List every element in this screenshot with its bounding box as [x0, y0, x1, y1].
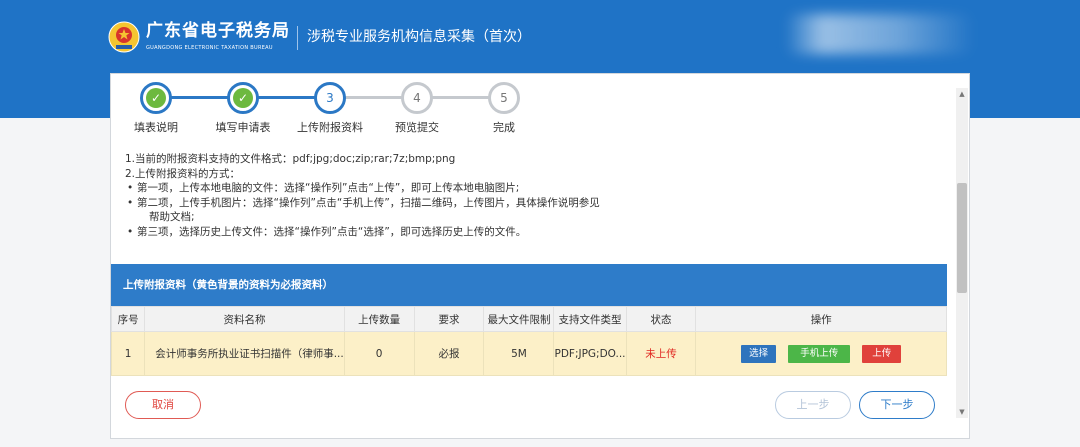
- step-3-circle: 3: [314, 82, 346, 114]
- column-header: 序号: [111, 306, 146, 332]
- scroll-down-arrow-icon[interactable]: ▼: [956, 406, 968, 418]
- step-5-circle: 5: [488, 82, 520, 114]
- column-header: 状态: [625, 306, 697, 332]
- attachments-table: 序号 资料名称 上传数量 要求 最大文件限制 支持文件类型 状态 操作 1 会计…: [111, 306, 947, 376]
- instruction-continuation: 帮助文档;: [149, 211, 195, 223]
- column-header: 要求: [413, 306, 485, 332]
- step-2-circle: ✓: [227, 82, 259, 114]
- brand: 广东省电子税务局 GUANGDONG ELECTRONIC TAXATION B…: [146, 20, 290, 52]
- select-button[interactable]: 选择: [741, 344, 777, 363]
- max-file-size: 5M: [483, 331, 555, 376]
- vertical-scrollbar[interactable]: ▲ ▼: [956, 88, 968, 418]
- step-4-label: 预览提交: [395, 121, 439, 134]
- instruction-bullet: 第三项，选择历史上传文件：选择“操作列”点击“选择”，即可选择历史上传的文件。: [125, 225, 935, 240]
- scroll-up-arrow-icon[interactable]: ▲: [956, 88, 968, 100]
- header-divider: [297, 26, 298, 50]
- page-title: 涉税专业服务机构信息采集（首次）: [307, 29, 531, 45]
- instruction-bullet: 第二项，上传手机图片：选择“操作列”点击“手机上传”，扫描二维码，上传图片，具体…: [125, 196, 935, 211]
- step-1-circle: ✓: [140, 82, 172, 114]
- status-badge: 未上传: [625, 331, 697, 376]
- file-types: PDF;JPG;DO...: [553, 331, 627, 376]
- step-2-label: 填写申请表: [215, 121, 271, 134]
- upload-count: 0: [343, 331, 415, 376]
- previous-step-button[interactable]: 上一步: [775, 391, 851, 419]
- instruction-line: 1.当前的附报资料支持的文件格式：pdf;jpg;doc;zip;rar;7z;…: [125, 153, 456, 165]
- user-info-redacted: [785, 14, 975, 54]
- requirement: 必报: [413, 331, 485, 376]
- column-header: 最大文件限制: [483, 306, 555, 332]
- check-icon: ✓: [233, 88, 253, 108]
- upload-instructions: 1.当前的附报资料支持的文件格式：pdf;jpg;doc;zip;rar;7z;…: [125, 152, 935, 239]
- column-header: 支持文件类型: [553, 306, 627, 332]
- tax-emblem-icon: [108, 21, 140, 53]
- table-header-row: 序号 资料名称 上传数量 要求 最大文件限制 支持文件类型 状态 操作: [111, 306, 947, 332]
- step-3-label: 上传附报资料: [297, 121, 363, 134]
- brand-name-en: GUANGDONG ELECTRONIC TAXATION BUREAU: [146, 45, 273, 51]
- dialog-footer: 取消 上一步 下一步: [111, 376, 947, 440]
- brand-name: 广东省电子税务局: [146, 21, 290, 41]
- row-index: 1: [111, 331, 146, 376]
- step-4-circle: 4: [401, 82, 433, 114]
- next-step-button[interactable]: 下一步: [859, 391, 935, 419]
- instruction-line: 2.上传附报资料的方式：: [125, 167, 241, 180]
- scroll-thumb[interactable]: [957, 183, 967, 293]
- section-title: 上传附报资料（黄色背景的资料为必报资料）: [111, 264, 947, 306]
- row-actions: 选择 手机上传 上传: [695, 331, 947, 376]
- step-1-label: 填表说明: [134, 121, 178, 134]
- table-row: 1 会计师事务所执业证书扫描件（律师事... 0 必报 5M PDF;JPG;D…: [111, 331, 947, 376]
- step-5-label: 完成: [493, 121, 515, 134]
- upload-dialog: ✓ ✓ 3 4 5 填表说明 填写申请表 上传附报资料 预览提交 完成 1.当前…: [110, 73, 970, 439]
- step-progress: ✓ ✓ 3 4 5 填表说明 填写申请表 上传附报资料 预览提交 完成: [111, 74, 947, 154]
- column-header: 上传数量: [343, 306, 415, 332]
- check-icon: ✓: [146, 88, 166, 108]
- cancel-button[interactable]: 取消: [125, 391, 201, 419]
- column-header: 资料名称: [144, 306, 345, 332]
- upload-button[interactable]: 上传: [862, 344, 902, 363]
- column-header: 操作: [695, 306, 947, 332]
- instruction-bullet: 第一项，上传本地电脑的文件：选择“操作列”点击“上传”，即可上传本地电脑图片;: [125, 181, 935, 196]
- mobile-upload-button[interactable]: 手机上传: [788, 344, 851, 363]
- dialog-content: ✓ ✓ 3 4 5 填表说明 填写申请表 上传附报资料 预览提交 完成 1.当前…: [111, 74, 947, 376]
- material-name: 会计师事务所执业证书扫描件（律师事...: [144, 331, 345, 376]
